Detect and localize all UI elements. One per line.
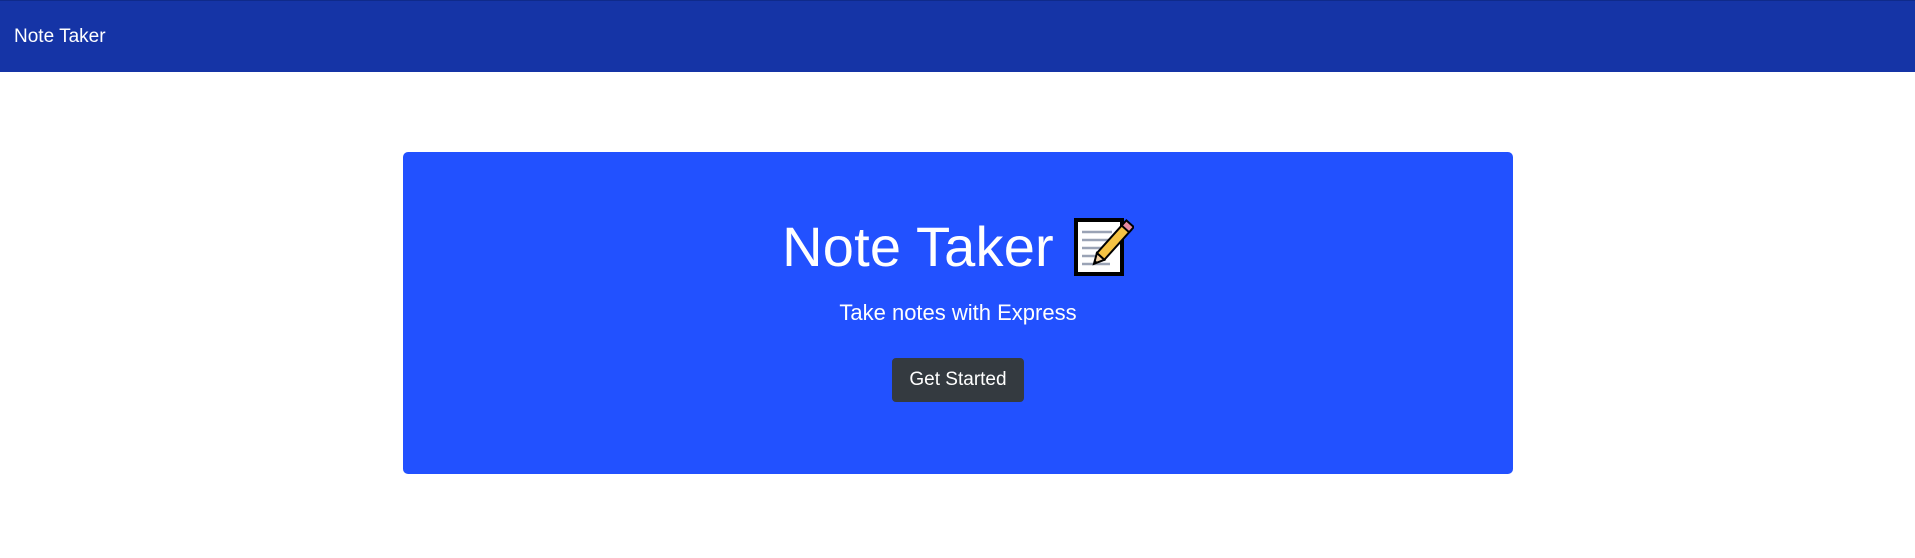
get-started-button[interactable]: Get Started — [892, 358, 1024, 403]
memo-icon — [1072, 216, 1136, 278]
hero-subtitle: Take notes with Express — [839, 300, 1077, 325]
hero-title-row: Note Taker — [782, 215, 1136, 278]
hero-title: Note Taker — [782, 215, 1054, 278]
navbar-brand-link[interactable]: Note Taker — [14, 26, 106, 48]
hero-jumbotron: Note Taker Take notes with Express Get S… — [403, 152, 1513, 474]
navbar: Note Taker — [0, 0, 1915, 72]
